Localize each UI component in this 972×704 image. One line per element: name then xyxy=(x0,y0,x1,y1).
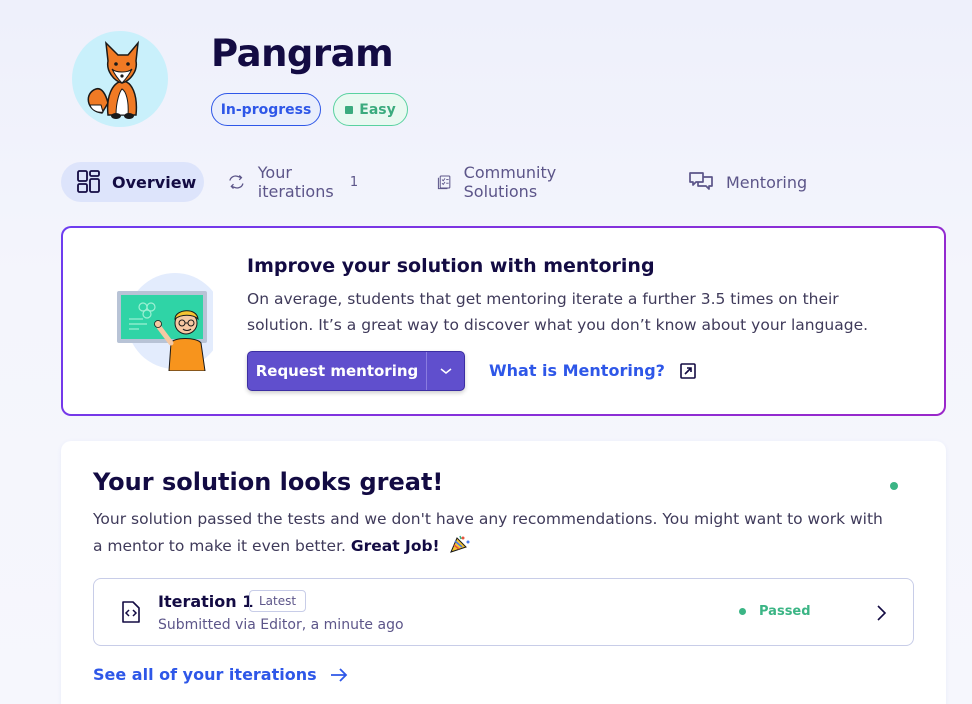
tab-mentoring[interactable]: Mentoring xyxy=(688,162,807,202)
difficulty-square-icon xyxy=(345,105,354,114)
exercise-title: Pangram xyxy=(211,32,394,75)
external-link-icon xyxy=(680,362,696,379)
what-is-mentoring-link[interactable]: What is Mentoring? xyxy=(489,361,697,380)
tab-iterations-label: Your iterations xyxy=(257,163,334,201)
solution-description: Your solution passed the tests and we do… xyxy=(93,506,893,560)
tab-community-solutions[interactable]: Community Solutions xyxy=(436,162,567,202)
community-solutions-icon xyxy=(437,175,451,190)
tab-iterations[interactable]: Your iterations 1 xyxy=(227,162,358,202)
request-mentoring-label[interactable]: Request mentoring xyxy=(248,352,427,390)
mentor-illustration-icon xyxy=(117,273,213,371)
solution-summary-card: Your solution looks great! Your solution… xyxy=(61,441,946,704)
iteration-submitted-info: Submitted via Editor, a minute ago xyxy=(158,617,404,633)
status-badge: In-progress xyxy=(211,93,321,126)
mentoring-icon xyxy=(689,172,713,190)
request-mentoring-button[interactable]: Request mentoring xyxy=(247,351,465,391)
code-file-icon xyxy=(122,601,140,623)
tab-overview-label: Overview xyxy=(112,172,197,192)
chevron-right-icon xyxy=(877,605,887,621)
mentoring-prompt-card: Improve your solution with mentoring On … xyxy=(61,226,946,416)
iteration-name: Iteration 1 xyxy=(158,592,254,611)
overview-icon xyxy=(77,170,100,193)
exercise-avatar xyxy=(72,31,168,127)
arrow-right-icon xyxy=(330,667,347,682)
mentoring-title: Improve your solution with mentoring xyxy=(247,255,655,277)
chevron-down-icon xyxy=(440,368,451,374)
latest-badge: Latest xyxy=(249,590,307,612)
solution-description-text: Your solution passed the tests and we do… xyxy=(93,510,883,555)
test-status: Passed xyxy=(739,604,811,619)
tab-community-solutions-label: Community Solutions xyxy=(463,163,557,201)
mentoring-description: On average, students that get mentoring … xyxy=(247,290,869,334)
iterations-count: 1 xyxy=(349,174,359,190)
party-popper-icon xyxy=(449,535,470,553)
difficulty-label: Easy xyxy=(359,101,396,118)
tab-mentoring-label: Mentoring xyxy=(726,172,808,192)
iterations-icon xyxy=(229,175,244,189)
solution-title: Your solution looks great! xyxy=(93,468,444,496)
test-status-label: Passed xyxy=(759,604,811,619)
request-mentoring-dropdown[interactable] xyxy=(427,352,464,390)
latest-iteration-row[interactable]: Iteration 1 Latest Submitted via Editor,… xyxy=(93,578,914,646)
passed-dot-icon xyxy=(739,608,746,615)
difficulty-badge: Easy xyxy=(333,93,408,126)
great-job-text: Great Job! xyxy=(350,537,440,555)
see-all-iterations-link[interactable]: See all of your iterations xyxy=(93,665,349,684)
status-dot xyxy=(890,482,898,490)
tab-overview[interactable]: Overview xyxy=(61,162,204,202)
see-all-iterations-label: See all of your iterations xyxy=(93,665,317,684)
fox-icon xyxy=(87,40,140,119)
what-is-mentoring-label: What is Mentoring? xyxy=(489,361,665,380)
